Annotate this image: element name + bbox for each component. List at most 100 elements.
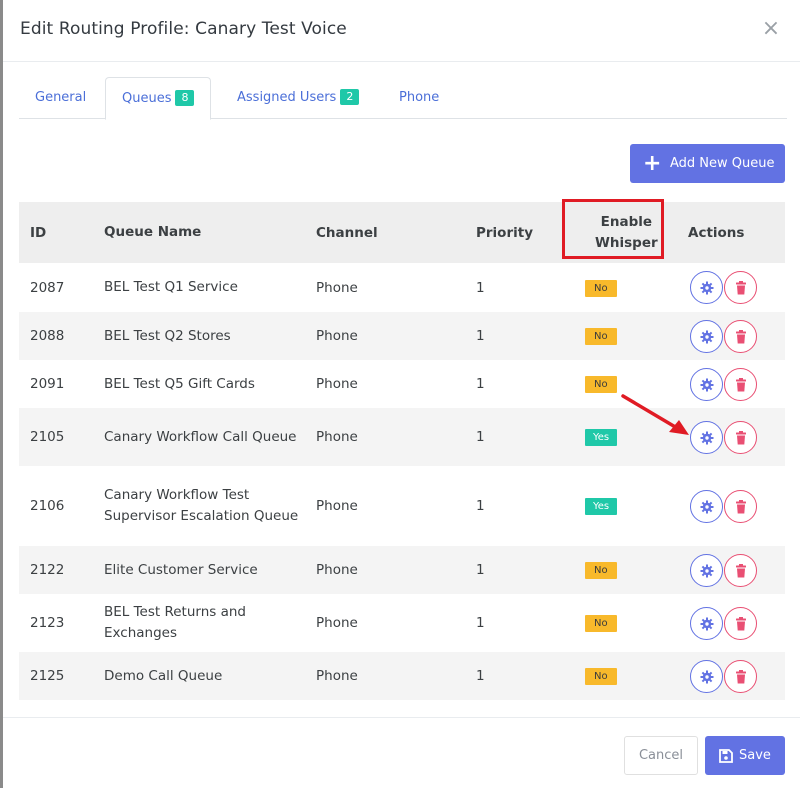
gear-icon (700, 431, 714, 444)
plus-icon: + (643, 151, 662, 176)
cell-actions (688, 360, 785, 408)
delete-queue-button[interactable] (724, 606, 757, 640)
cell-whisper: Yes (582, 466, 688, 546)
gear-icon (700, 378, 714, 391)
tab-queues[interactable]: Queues 8 (105, 77, 212, 120)
whisper-status-badge: No (585, 615, 617, 632)
cell-queue-name: BEL Test Returns and Exchanges (104, 594, 316, 652)
cell-channel: Phone (316, 546, 476, 594)
delete-queue-button[interactable] (724, 489, 757, 523)
table-row: 2088 BEL Test Q2 Stores Phone 1 No (19, 312, 785, 360)
cell-whisper: No (582, 263, 688, 312)
whisper-status-badge: No (585, 668, 617, 685)
cell-id: 2123 (19, 594, 104, 652)
cell-priority: 1 (476, 652, 582, 700)
cell-id: 2105 (19, 408, 104, 466)
tab-label: Phone (399, 90, 440, 105)
trash-icon (736, 430, 746, 444)
header-actions: Actions (688, 202, 785, 263)
cell-whisper: Yes (582, 408, 688, 466)
cell-priority: 1 (476, 263, 582, 312)
cell-priority: 1 (476, 546, 582, 594)
edit-queue-button[interactable] (690, 606, 723, 640)
delete-queue-button[interactable] (724, 659, 757, 693)
edit-queue-button[interactable] (690, 367, 723, 401)
cell-whisper: No (582, 594, 688, 652)
cell-actions (688, 312, 785, 360)
cell-actions (688, 546, 785, 594)
count-badge: 2 (340, 89, 360, 105)
edit-queue-button[interactable] (690, 659, 723, 693)
header-enable-whisper: Enable Whisper (582, 202, 688, 263)
tab-label: Assigned Users (237, 90, 337, 105)
header-queue-name: Queue Name (104, 202, 316, 263)
table-header-row: ID Queue Name Channel Priority Enable Whi… (19, 202, 785, 263)
edit-queue-button[interactable] (690, 319, 723, 353)
cell-channel: Phone (316, 594, 476, 652)
gear-icon (700, 564, 714, 577)
cell-queue-name: BEL Test Q5 Gift Cards (104, 360, 316, 408)
cell-channel: Phone (316, 312, 476, 360)
table-row: 2091 BEL Test Q5 Gift Cards Phone 1 No (19, 360, 785, 408)
delete-queue-button[interactable] (724, 271, 757, 304)
whisper-status-badge: No (585, 279, 617, 297)
cell-whisper: No (582, 360, 688, 408)
delete-queue-button[interactable] (724, 420, 757, 454)
cell-whisper: No (582, 652, 688, 700)
tab-label: General (35, 90, 87, 105)
cell-priority: 1 (476, 360, 582, 408)
delete-queue-button[interactable] (724, 319, 757, 353)
trash-icon (736, 563, 746, 577)
save-button[interactable]: Save (705, 736, 785, 775)
save-label: Save (739, 748, 771, 763)
tab-general[interactable]: General (19, 77, 102, 119)
cell-queue-name: BEL Test Q1 Service (104, 263, 316, 312)
gear-icon (700, 670, 714, 683)
delete-queue-button[interactable] (724, 367, 757, 401)
tab-assigned-users[interactable]: Assigned Users 2 (221, 77, 375, 119)
cell-channel: Phone (316, 408, 476, 466)
modal-footer: Cancel Save (3, 717, 800, 788)
cell-actions (688, 263, 785, 312)
cell-queue-name: Canary Workflow Call Queue (104, 408, 316, 466)
cell-channel: Phone (316, 360, 476, 408)
cell-queue-name: Demo Call Queue (104, 652, 316, 700)
close-icon[interactable]: × (760, 18, 782, 40)
edit-queue-button[interactable] (690, 420, 723, 454)
cell-queue-name: Elite Customer Service (104, 546, 316, 594)
add-new-queue-button[interactable]: + Add New Queue (630, 144, 785, 183)
table-row: 2122 Elite Customer Service Phone 1 No (19, 546, 785, 594)
cell-actions (688, 408, 785, 466)
queues-table: ID Queue Name Channel Priority Enable Whi… (19, 202, 785, 700)
cell-queue-name: Canary Workflow Test Supervisor Escalati… (104, 466, 316, 546)
count-badge: 8 (175, 90, 195, 106)
tab-label: Queues (122, 91, 172, 106)
cell-actions (688, 652, 785, 700)
cell-id: 2106 (19, 466, 104, 546)
cell-queue-name: BEL Test Q2 Stores (104, 312, 316, 360)
edit-queue-button[interactable] (690, 271, 723, 304)
cell-actions (688, 466, 785, 546)
edit-queue-button[interactable] (690, 489, 723, 523)
cell-id: 2091 (19, 360, 104, 408)
cell-actions (688, 594, 785, 652)
cell-id: 2088 (19, 312, 104, 360)
trash-icon (736, 281, 746, 295)
table-row: 2125 Demo Call Queue Phone 1 No (19, 652, 785, 700)
cancel-button[interactable]: Cancel (624, 736, 698, 775)
gear-icon (700, 500, 714, 513)
cell-channel: Phone (316, 263, 476, 312)
cell-channel: Phone (316, 466, 476, 546)
table-row: 2123 BEL Test Returns and Exchanges Phone 1… (19, 594, 785, 652)
tab-phone[interactable]: Phone (383, 77, 455, 119)
header-whisper-line1: Enable (600, 213, 653, 230)
table-row: 2087 BEL Test Q1 Service Phone 1 No (19, 263, 785, 312)
edit-queue-button[interactable] (690, 553, 723, 587)
delete-queue-button[interactable] (724, 553, 757, 587)
whisper-status-badge: No (585, 328, 617, 345)
modal-header: Edit Routing Profile: Canary Test Voice … (3, 0, 800, 62)
cell-priority: 1 (476, 312, 582, 360)
cell-channel: Phone (316, 652, 476, 700)
cell-whisper: No (582, 546, 688, 594)
gear-icon (700, 617, 714, 630)
